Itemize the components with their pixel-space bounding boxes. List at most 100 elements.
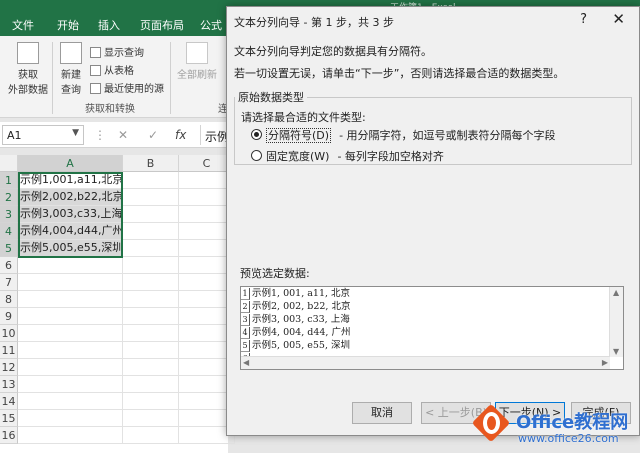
row-header[interactable]: 10 bbox=[0, 325, 18, 342]
cell[interactable] bbox=[123, 342, 179, 359]
cell[interactable] bbox=[123, 172, 179, 189]
list-icon bbox=[90, 47, 101, 58]
cell[interactable] bbox=[123, 240, 179, 257]
row-header[interactable]: 3 bbox=[0, 206, 18, 223]
scroll-left-icon[interactable]: ◀ bbox=[243, 358, 249, 367]
preview-line: 4 示例4, 004, d44, 广州 bbox=[241, 327, 350, 339]
name-box-value: A1 bbox=[7, 129, 22, 142]
cell[interactable] bbox=[18, 308, 123, 325]
worksheet-grid[interactable]: A B C 1 示例1,001,a11,北京 2 示例2,002,b22,北京 3 示例3… bbox=[0, 155, 235, 453]
cell[interactable] bbox=[123, 274, 179, 291]
tab-formulas[interactable]: 公式 bbox=[200, 17, 222, 33]
cancel-icon[interactable]: ✕ bbox=[118, 128, 128, 142]
row-header[interactable]: 15 bbox=[0, 410, 18, 427]
cell[interactable]: 示例4,004,d44,广州 bbox=[18, 223, 123, 240]
row-header[interactable]: 16 bbox=[0, 427, 18, 444]
column-header-a[interactable]: A bbox=[18, 155, 123, 172]
table-icon bbox=[90, 65, 101, 76]
close-icon[interactable]: ✕ bbox=[612, 10, 625, 28]
preview-line-number: 5 bbox=[241, 340, 250, 352]
row-header[interactable]: 7 bbox=[0, 274, 18, 291]
preview-line-number: 1 bbox=[241, 288, 250, 300]
confirm-icon[interactable]: ✓ bbox=[148, 128, 158, 142]
chevron-down-icon[interactable]: ▼ bbox=[72, 128, 79, 138]
help-icon[interactable]: ? bbox=[580, 12, 587, 27]
vertical-scrollbar[interactable]: ▲ ▼ bbox=[609, 287, 623, 357]
tab-home[interactable]: 开始 bbox=[57, 17, 79, 33]
preview-line-text: 示例5, 005, e55, 深圳 bbox=[252, 340, 351, 351]
cell[interactable] bbox=[18, 274, 123, 291]
cell[interactable] bbox=[123, 189, 179, 206]
radio-delimited[interactable]: 分隔符号(D) - 用分隔字符，如逗号或制表符分隔每个字段 bbox=[251, 127, 556, 143]
cell[interactable] bbox=[123, 223, 179, 240]
cell[interactable]: 示例5,005,e55,深圳 bbox=[18, 240, 123, 257]
radio-fixed-width[interactable]: 固定宽度(W) - 每列字段加空格对齐 bbox=[251, 148, 444, 164]
preview-line: 5 示例5, 005, e55, 深圳 bbox=[241, 340, 350, 352]
name-box[interactable]: A1 ▼ bbox=[2, 125, 84, 145]
database-icon bbox=[17, 42, 39, 64]
cell[interactable] bbox=[123, 410, 179, 427]
function-icon[interactable]: fx bbox=[175, 128, 186, 142]
scroll-right-icon[interactable]: ▶ bbox=[602, 358, 608, 367]
cell[interactable] bbox=[18, 393, 123, 410]
cell[interactable] bbox=[123, 206, 179, 223]
get-external-data-button[interactable]: 获取 外部数据 bbox=[8, 42, 48, 96]
row-header[interactable]: 14 bbox=[0, 393, 18, 410]
new-query-button[interactable]: 新建 查询 bbox=[56, 42, 86, 96]
select-all-corner[interactable] bbox=[0, 155, 18, 172]
cell[interactable] bbox=[123, 291, 179, 308]
radio-fixed-width-label[interactable]: 固定宽度(W) bbox=[266, 150, 329, 163]
tab-page-layout[interactable]: 页面布局 bbox=[140, 17, 184, 33]
row-header[interactable]: 11 bbox=[0, 342, 18, 359]
refresh-icon bbox=[186, 42, 208, 64]
wizard-intro: 文本分列向导判定您的数据具有分隔符。 bbox=[234, 45, 432, 58]
cell[interactable] bbox=[123, 308, 179, 325]
row-header[interactable]: 4 bbox=[0, 223, 18, 240]
row-header[interactable]: 8 bbox=[0, 291, 18, 308]
cell[interactable] bbox=[123, 325, 179, 342]
cell[interactable] bbox=[18, 291, 123, 308]
tab-file[interactable]: 文件 bbox=[12, 17, 34, 33]
row-header[interactable]: 5 bbox=[0, 240, 18, 257]
cancel-button[interactable]: 取消 bbox=[352, 402, 412, 424]
row-header[interactable]: 2 bbox=[0, 189, 18, 206]
cell[interactable]: 示例3,003,c33,上海 bbox=[18, 206, 123, 223]
cell[interactable]: 示例2,002,b22,北京 bbox=[18, 189, 123, 206]
column-header-b[interactable]: B bbox=[123, 155, 179, 172]
scroll-up-icon[interactable]: ▲ bbox=[613, 288, 619, 297]
more-options-icon[interactable]: ⋮ bbox=[94, 128, 106, 142]
cell[interactable] bbox=[18, 359, 123, 376]
cell[interactable] bbox=[18, 410, 123, 427]
scroll-down-icon[interactable]: ▼ bbox=[613, 347, 619, 356]
row-header[interactable]: 12 bbox=[0, 359, 18, 376]
radio-delimited-label[interactable]: 分隔符号(D) bbox=[266, 128, 332, 143]
cell[interactable] bbox=[18, 427, 123, 444]
cell[interactable] bbox=[18, 257, 123, 274]
ribbon-divider bbox=[52, 42, 53, 114]
preview-box[interactable]: 1 示例1, 001, a11, 北京 2 示例2, 002, b22, 北京 3 示例3… bbox=[240, 286, 624, 370]
radio-button[interactable] bbox=[251, 150, 262, 161]
horizontal-scrollbar[interactable]: ◀ ▶ bbox=[241, 356, 610, 369]
cell[interactable] bbox=[123, 427, 179, 444]
row-header[interactable]: 6 bbox=[0, 257, 18, 274]
cell[interactable] bbox=[123, 376, 179, 393]
recent-sources-button[interactable]: 最近使用的源 bbox=[90, 80, 164, 95]
group-label-get-transform: 获取和转换 bbox=[85, 104, 135, 115]
refresh-all-button[interactable]: 全部刷新 bbox=[176, 42, 218, 81]
choose-type-label: 请选择最合适的文件类型: bbox=[241, 111, 366, 124]
cell[interactable] bbox=[18, 325, 123, 342]
row-header[interactable]: 13 bbox=[0, 376, 18, 393]
cell[interactable] bbox=[123, 257, 179, 274]
preview-line-text: 示例2, 002, b22, 北京 bbox=[252, 301, 351, 312]
cell[interactable] bbox=[18, 342, 123, 359]
radio-button[interactable] bbox=[251, 129, 262, 140]
tab-insert[interactable]: 插入 bbox=[98, 17, 120, 33]
cell[interactable] bbox=[18, 376, 123, 393]
row-header[interactable]: 1 bbox=[0, 172, 18, 189]
cell[interactable] bbox=[123, 359, 179, 376]
from-table-button[interactable]: 从表格 bbox=[90, 62, 134, 77]
cell[interactable]: 示例1,001,a11,北京 bbox=[18, 172, 123, 189]
cell[interactable] bbox=[123, 393, 179, 410]
row-header[interactable]: 9 bbox=[0, 308, 18, 325]
show-queries-button[interactable]: 显示查询 bbox=[90, 44, 144, 59]
